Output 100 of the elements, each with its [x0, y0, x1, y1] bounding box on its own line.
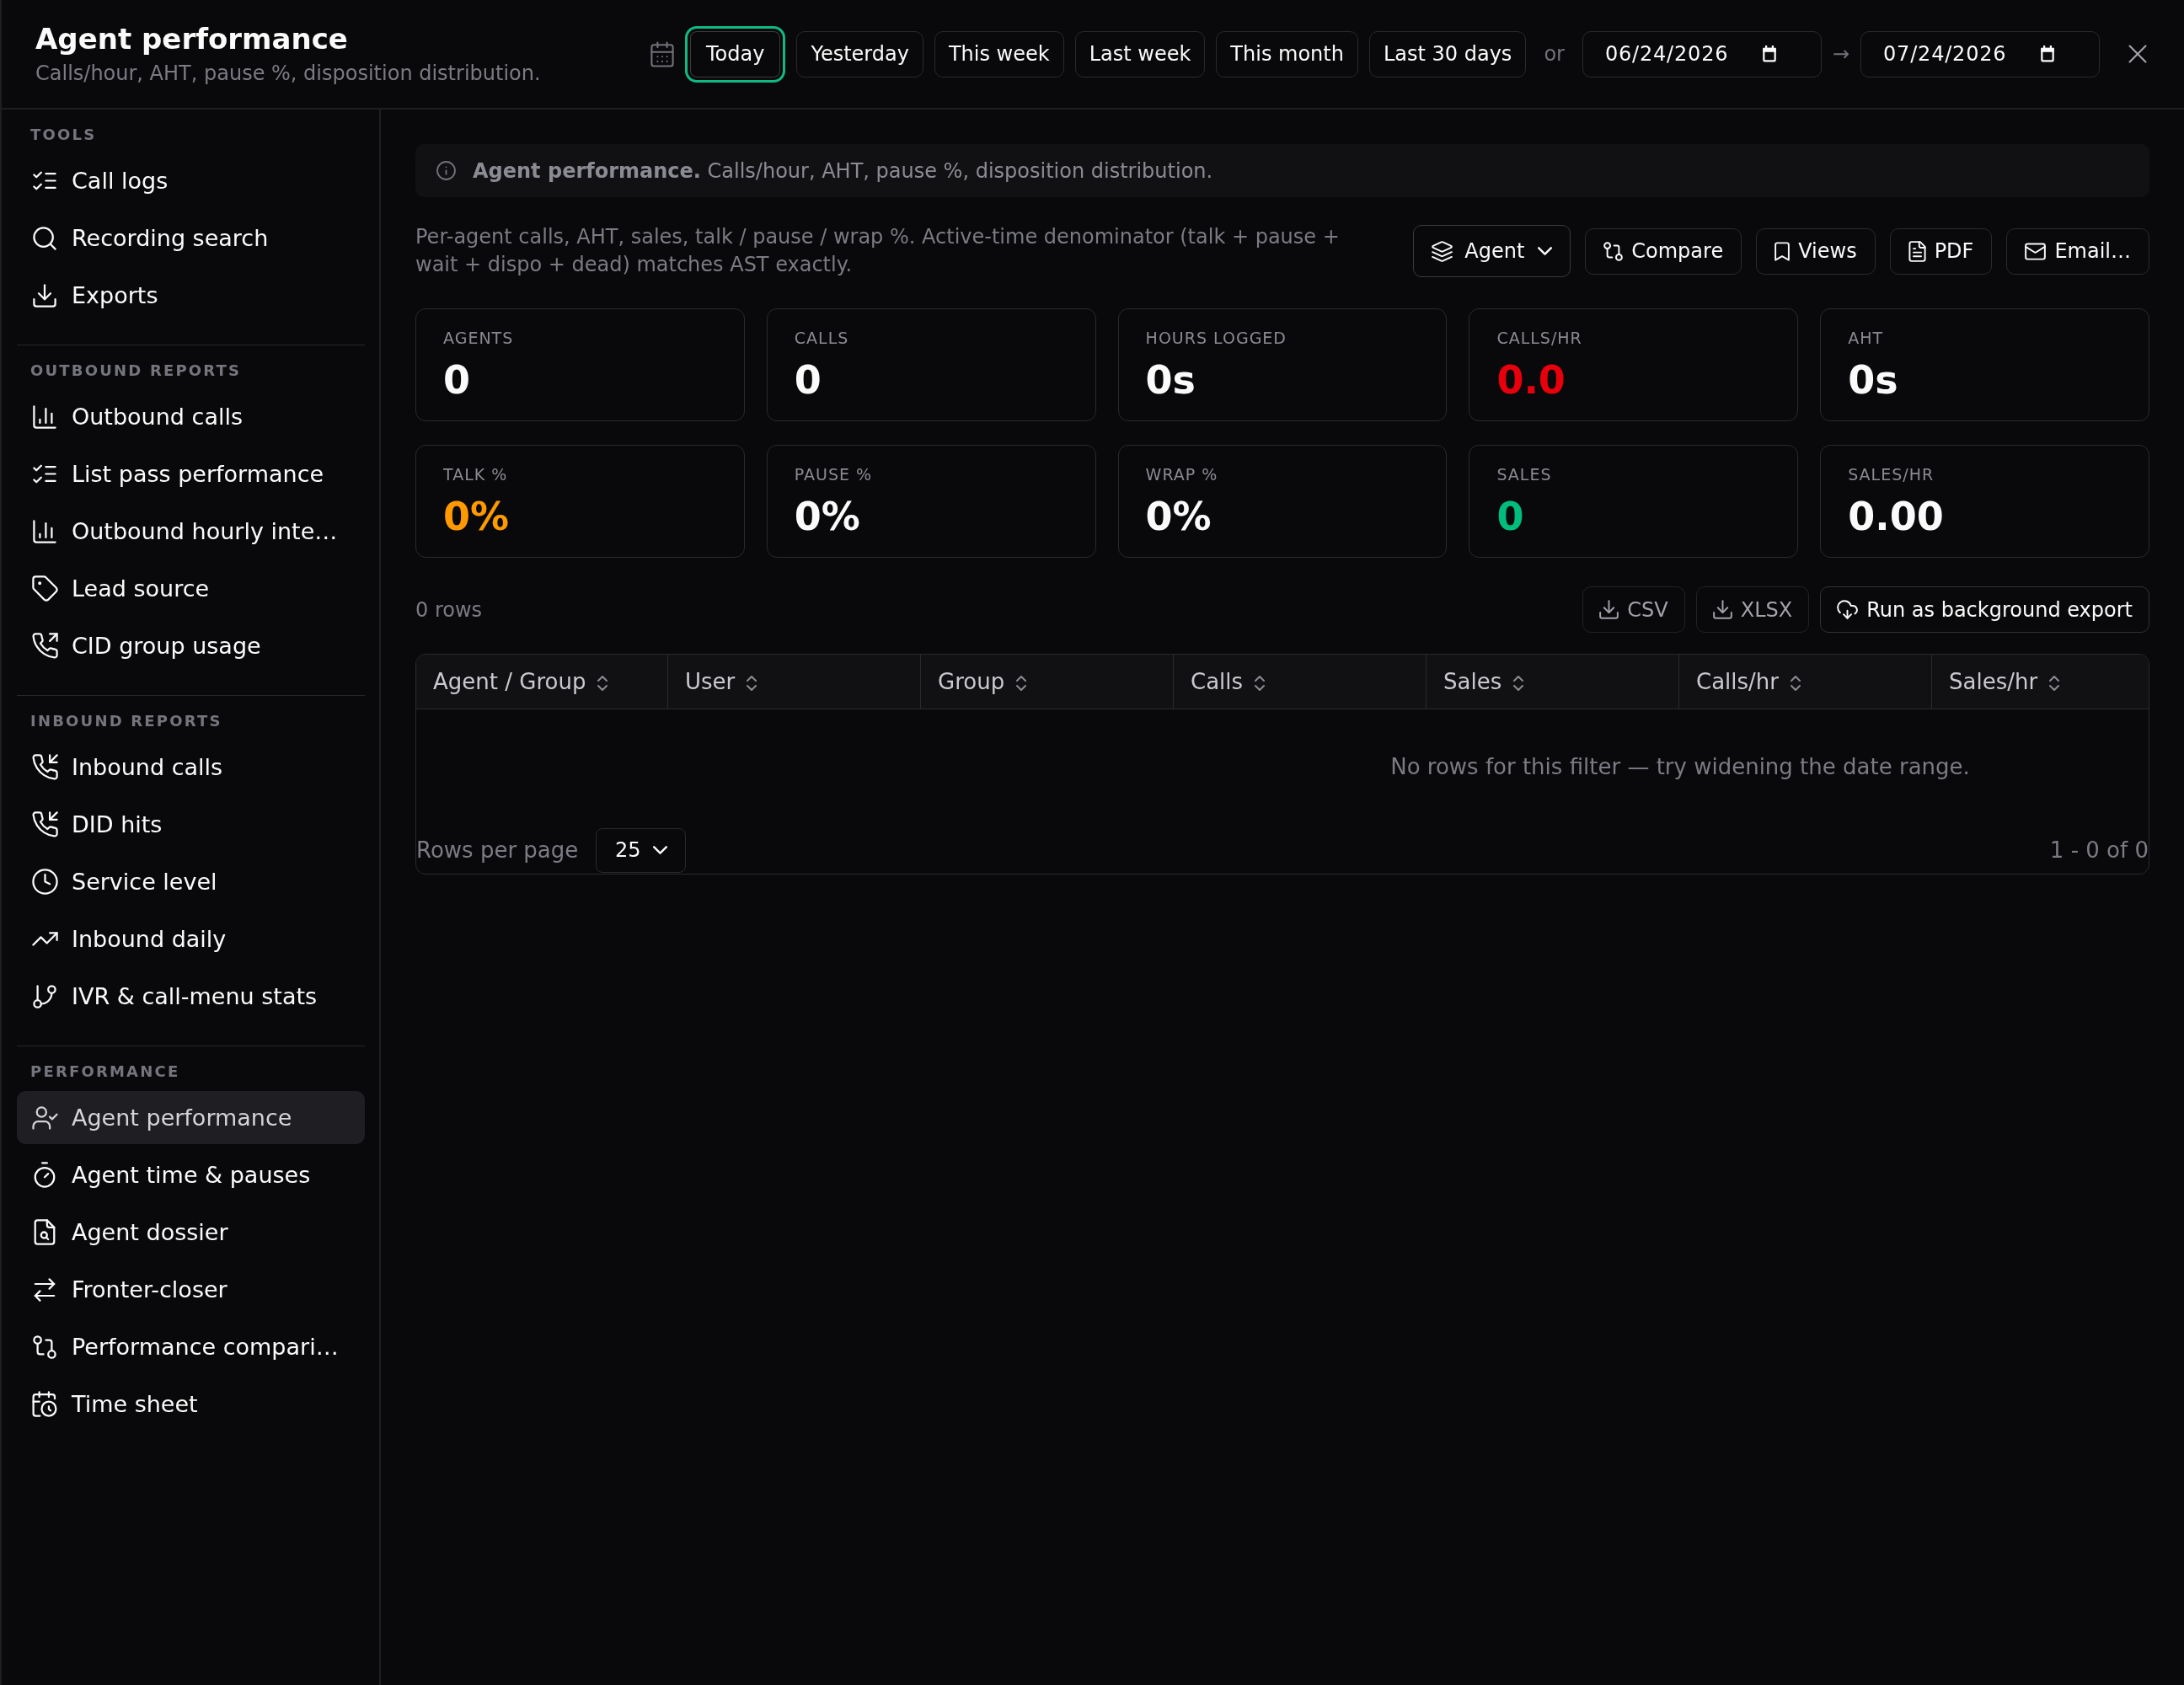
range-arrow: → [1832, 42, 1850, 66]
stat-value: 0s [1145, 356, 1196, 404]
bookmark-icon [1774, 241, 1791, 261]
sidebar-section-title: INBOUND REPORTS [29, 711, 223, 731]
calendar-icon [2040, 45, 2056, 62]
phone-outgoing-icon [31, 633, 58, 659]
sidebar-item[interactable]: Service level [17, 855, 365, 908]
sidebar-item[interactable]: Agent time & pauses [17, 1148, 365, 1201]
chevron-down-icon [1538, 247, 1553, 255]
stat-value: 0.00 [1848, 493, 1944, 540]
sidebar-item[interactable]: Fronter-closer [17, 1263, 365, 1316]
column-header[interactable]: Calls [1174, 655, 1427, 709]
end-date-field[interactable]: 07/24/2026 [1860, 30, 2101, 78]
stat-value: 0% [1145, 493, 1212, 540]
date-preset-button[interactable]: This week [934, 30, 1064, 78]
phone-incoming-icon [31, 811, 58, 837]
branch-icon [33, 984, 56, 1008]
sidebar-item[interactable]: Agent dossier [17, 1206, 365, 1259]
date-preset-button[interactable]: This month [1216, 30, 1358, 78]
sidebar-section-title: PERFORMANCE [29, 1062, 181, 1082]
views-button[interactable]: Views [1756, 227, 1876, 275]
sidebar-item[interactable]: Call logs [17, 154, 365, 207]
row-count: 0 rows [415, 597, 483, 622]
compare-button[interactable]: Compare [1585, 227, 1742, 275]
sidebar-item[interactable]: Recording search [17, 211, 365, 265]
column-header[interactable]: Calls/hr [1679, 655, 1932, 709]
or-label: or [1544, 42, 1565, 66]
sort-icon [1016, 676, 1027, 691]
sort-icon [2049, 676, 2060, 691]
phone-incoming-icon [31, 754, 58, 780]
stat-label: AGENTS [443, 328, 514, 348]
date-preset-button[interactable]: Last 30 days [1368, 30, 1527, 78]
sidebar-item[interactable]: Time sheet [17, 1377, 365, 1431]
download-icon [1712, 600, 1732, 619]
sidebar-item[interactable]: Exports [17, 269, 365, 322]
checklist-icon [33, 464, 56, 484]
sidebar-item[interactable]: List pass performance [17, 447, 365, 500]
column-header[interactable]: User [668, 655, 921, 709]
sort-icon [747, 676, 757, 691]
sort-icon [1255, 676, 1266, 691]
sort-icon [1791, 676, 1801, 691]
stat-label: CALLS [794, 328, 849, 348]
stat-label: HOURS LOGGED [1145, 328, 1287, 348]
download-icon [1599, 600, 1619, 619]
layers-icon [1432, 240, 1453, 262]
stat-value: 0 [1496, 493, 1524, 540]
rows-per-page-select[interactable]: 25 [596, 827, 687, 873]
stat-value: 0s [1848, 356, 1898, 404]
stat-label: SALES/HR [1848, 464, 1935, 484]
sidebar-item[interactable]: Outbound calls [17, 390, 365, 443]
column-header[interactable]: Sales/hr [1932, 655, 2149, 709]
stat-label: TALK % [443, 464, 508, 484]
calendar-icon [1761, 45, 1777, 62]
page-subtitle: Calls/hour, AHT, pause %, disposition distribution. [35, 61, 541, 86]
sidebar-item[interactable]: Agent performance [17, 1091, 365, 1144]
page-title: Agent performance [35, 22, 348, 56]
column-header[interactable]: Agent / Group [416, 655, 668, 709]
sidebar-item[interactable]: DID hits [17, 798, 365, 851]
stat-value: 0.0 [1496, 356, 1566, 404]
background-export-button[interactable]: Run as background export [1820, 586, 2149, 633]
date-preset-button[interactable]: Last week [1074, 30, 1206, 78]
info-icon [436, 161, 456, 180]
cloud-download-icon [1837, 600, 1859, 619]
column-header[interactable]: Group [921, 655, 1174, 709]
sidebar-item[interactable]: CID group usage [17, 619, 365, 672]
bar-chart-icon [33, 404, 56, 429]
mail-icon [2025, 242, 2047, 260]
sidebar-item[interactable]: IVR & call-menu stats [17, 970, 365, 1023]
banner-text: Agent performance. Calls/hour, AHT, pause %, disposition distribution. [473, 158, 1213, 183]
clock-icon [31, 869, 58, 895]
stat-label: CALLS/HR [1496, 328, 1582, 348]
trend-up-icon [31, 932, 58, 946]
compare-icon [1603, 241, 1624, 261]
sidebar-item[interactable]: Outbound hourly inte… [17, 505, 365, 558]
column-header[interactable]: Sales [1427, 655, 1679, 709]
close-icon[interactable] [2128, 45, 2147, 63]
pdf-button[interactable]: PDF [1889, 227, 1993, 275]
sidebar-item[interactable]: Inbound calls [17, 741, 365, 794]
sidebar-item[interactable]: Performance compari… [17, 1320, 365, 1373]
sidebar-item[interactable]: Lead source [17, 562, 365, 615]
start-date-field[interactable]: 06/24/2026 [1582, 30, 1822, 78]
date-preset-button[interactable]: Today [685, 25, 786, 83]
date-preset-button[interactable]: Yesterday [796, 30, 923, 78]
stat-value: 0 [794, 356, 822, 404]
pagination-range: 1 - 0 of 0 [2049, 837, 2149, 863]
compare-icon [33, 1335, 56, 1359]
tag-icon [31, 575, 58, 602]
agent-dropdown[interactable]: Agent [1413, 225, 1571, 277]
sort-icon [597, 676, 608, 691]
stat-label: PAUSE % [794, 464, 873, 484]
calendar-clock-icon [32, 1391, 57, 1417]
swap-arrows-icon [34, 1277, 56, 1302]
stat-label: AHT [1848, 328, 1884, 348]
email-button[interactable]: Email… [2006, 227, 2149, 275]
file-search-icon [34, 1219, 56, 1245]
stat-value: 0% [443, 493, 510, 540]
download-icon [33, 283, 56, 308]
sidebar-item[interactable]: Inbound daily [17, 912, 365, 966]
stat-label: WRAP % [1145, 464, 1218, 484]
stat-label: SALES [1496, 464, 1552, 484]
